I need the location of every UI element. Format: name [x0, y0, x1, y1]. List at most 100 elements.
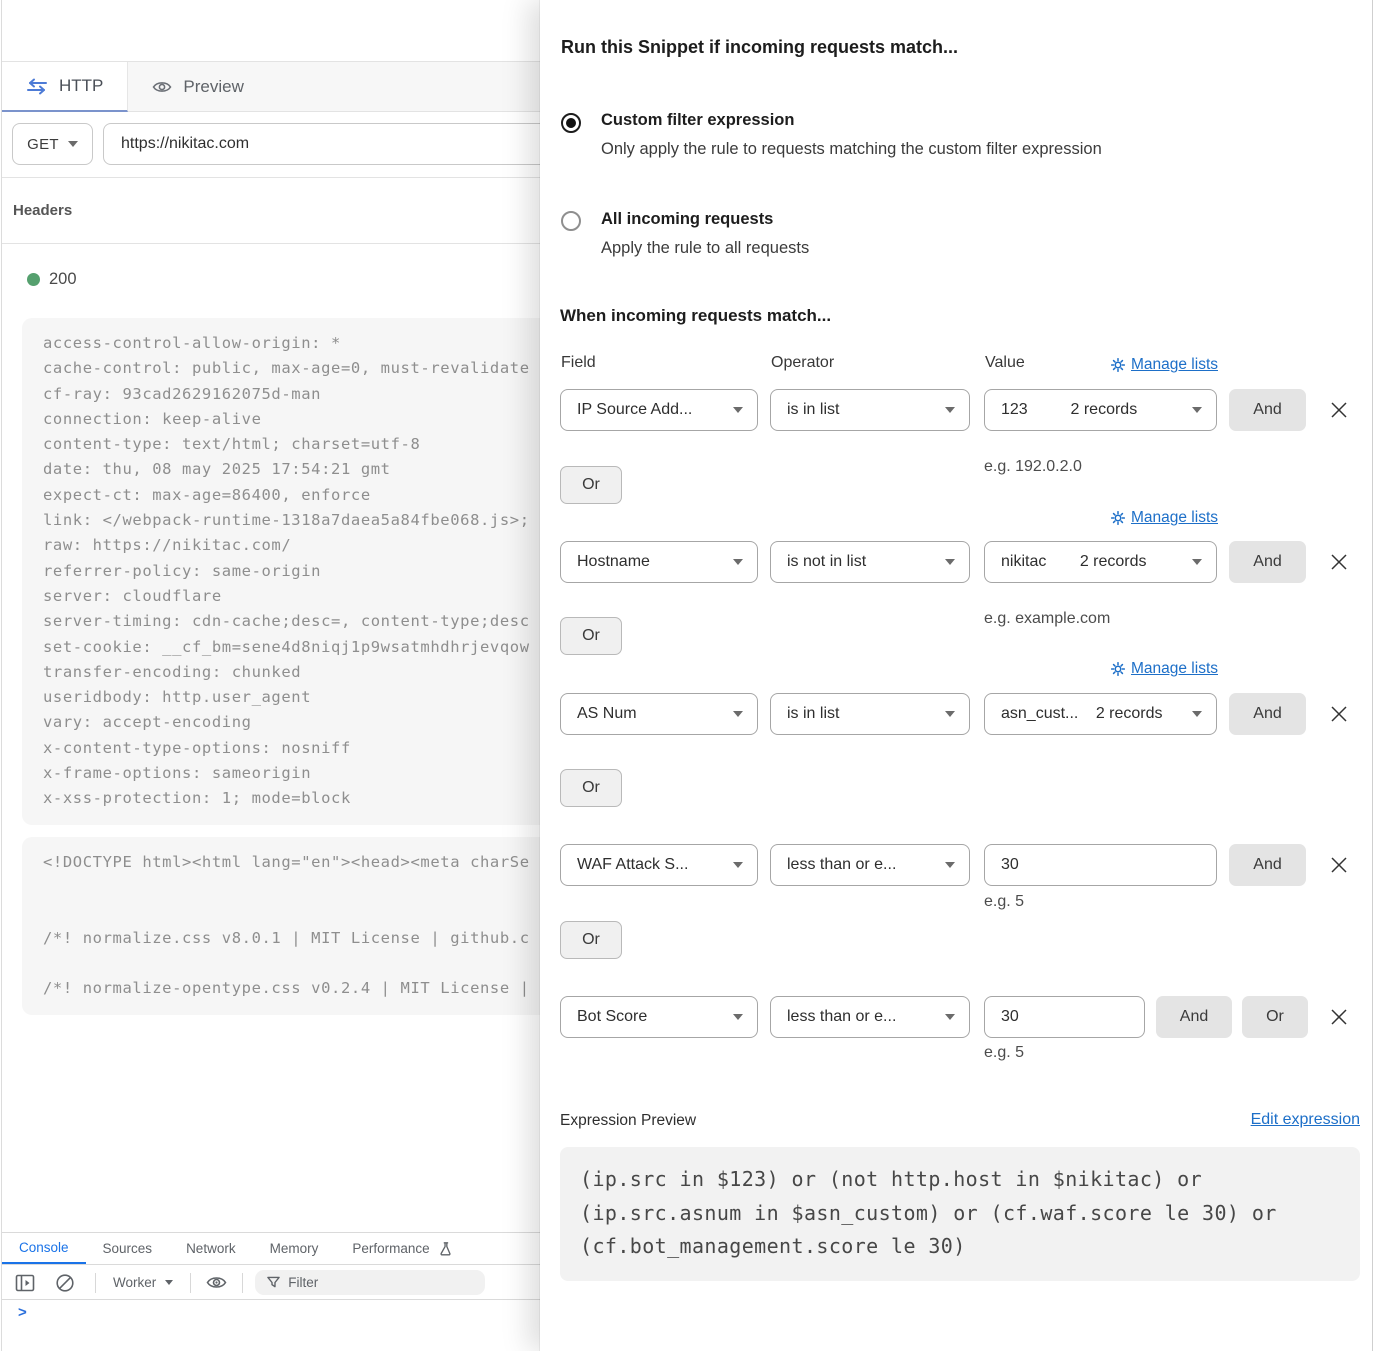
- console-prompt[interactable]: >: [18, 1304, 27, 1321]
- column-label-value: Value: [985, 354, 1025, 372]
- value-input-row4[interactable]: 30: [984, 844, 1217, 886]
- records-count: 2 records: [1071, 401, 1150, 419]
- console-sidebar-icon[interactable]: [15, 1274, 35, 1292]
- operator-select-row4[interactable]: less than or e...: [770, 844, 970, 886]
- records-count: 2 records: [1096, 705, 1175, 723]
- and-button-row4[interactable]: And: [1229, 844, 1306, 886]
- chevron-down-icon: [68, 141, 78, 147]
- records-count: 2 records: [1080, 553, 1159, 571]
- response-status: 200: [27, 270, 77, 289]
- tab-preview-label: Preview: [183, 77, 243, 97]
- devtools-tab-performance[interactable]: Performance: [335, 1233, 469, 1264]
- snippet-rule-drawer: Run this Snippet if incoming requests ma…: [540, 0, 1383, 1351]
- value-input-row5[interactable]: 30: [984, 996, 1145, 1038]
- value-hint-row4: e.g. 5: [984, 893, 1024, 911]
- remove-condition-row5[interactable]: [1329, 1007, 1349, 1027]
- or-button-row4[interactable]: Or: [560, 921, 622, 959]
- operator-select-row2[interactable]: is not in list: [770, 541, 970, 583]
- console-filter-input[interactable]: Filter: [255, 1270, 485, 1295]
- chevron-down-icon: [945, 559, 955, 565]
- url-value: https://nikitac.com: [121, 135, 249, 153]
- field-select-row2[interactable]: Hostname: [560, 541, 758, 583]
- value-select-row3[interactable]: asn_cust... 2 records: [984, 693, 1217, 735]
- chevron-down-icon: [1192, 559, 1202, 565]
- radio-custom-filter-description: Only apply the rule to requests matching…: [601, 140, 1102, 159]
- expression-line: (ip.src.asnum in $asn_custom) or (cf.waf…: [580, 1197, 1340, 1231]
- drawer-title: Run this Snippet if incoming requests ma…: [561, 37, 958, 58]
- operator-select-row5[interactable]: less than or e...: [770, 996, 970, 1038]
- scrollbar-track-line[interactable]: [1372, 0, 1373, 1351]
- filter-placeholder: Filter: [288, 1275, 318, 1290]
- field-select-row1[interactable]: IP Source Add...: [560, 389, 758, 431]
- method-select[interactable]: GET: [12, 123, 93, 165]
- operator-select-row3[interactable]: is in list: [770, 693, 970, 735]
- chevron-down-icon: [945, 1014, 955, 1020]
- clear-console-icon[interactable]: [55, 1273, 75, 1293]
- expression-line: (cf.bot_management.score le 30): [580, 1230, 1340, 1264]
- chevron-down-icon: [733, 862, 743, 868]
- manage-lists-link[interactable]: Manage lists: [1111, 660, 1218, 678]
- gear-icon: [1111, 358, 1125, 372]
- worker-label: Worker: [113, 1275, 156, 1290]
- or-button-row1[interactable]: Or: [560, 466, 622, 504]
- devtools-tab-console[interactable]: Console: [2, 1233, 86, 1264]
- and-button-row2[interactable]: And: [1229, 541, 1306, 583]
- manage-lists-link[interactable]: Manage lists: [1111, 356, 1218, 374]
- and-button-row3[interactable]: And: [1229, 693, 1306, 735]
- value-hint-row1: e.g. 192.0.2.0: [984, 458, 1082, 476]
- chevron-down-icon: [945, 862, 955, 868]
- radio-all-requests[interactable]: [561, 211, 581, 231]
- manage-lists-link[interactable]: Manage lists: [1111, 509, 1218, 527]
- operator-select-row1[interactable]: is in list: [770, 389, 970, 431]
- flask-icon: [438, 1241, 453, 1257]
- status-dot-icon: [27, 273, 40, 286]
- edit-expression-link[interactable]: Edit expression: [1251, 1111, 1360, 1129]
- devtools-tab-network[interactable]: Network: [169, 1233, 253, 1264]
- remove-condition-row1[interactable]: [1329, 400, 1349, 420]
- tab-http-label: HTTP: [59, 76, 103, 96]
- tab-http[interactable]: HTTP: [2, 62, 128, 112]
- live-expression-eye-icon[interactable]: [206, 1275, 227, 1290]
- and-button-row5[interactable]: And: [1156, 996, 1232, 1038]
- status-code: 200: [49, 270, 77, 289]
- field-select-row5[interactable]: Bot Score: [560, 996, 758, 1038]
- panel-left-border: [1, 0, 2, 1351]
- divider: [190, 1273, 191, 1293]
- column-label-field: Field: [561, 354, 596, 372]
- or-button-row2[interactable]: Or: [560, 617, 622, 655]
- chevron-down-icon: [165, 1280, 173, 1285]
- worker-context-select[interactable]: Worker: [113, 1275, 173, 1290]
- devtools-tab-sources[interactable]: Sources: [86, 1233, 170, 1264]
- devtools-tab-memory[interactable]: Memory: [253, 1233, 336, 1264]
- value-hint-row5: e.g. 5: [984, 1044, 1024, 1062]
- chevron-down-icon: [733, 407, 743, 413]
- match-heading: When incoming requests match...: [560, 306, 831, 326]
- or-button-row5[interactable]: Or: [1242, 996, 1308, 1038]
- value-select-row1[interactable]: 123 2 records: [984, 389, 1217, 431]
- chevron-down-icon: [733, 711, 743, 717]
- field-select-row4[interactable]: WAF Attack S...: [560, 844, 758, 886]
- expression-line: (ip.src in $123) or (not http.host in $n…: [580, 1163, 1340, 1197]
- remove-condition-row4[interactable]: [1329, 855, 1349, 875]
- screen: HTTP Preview GET https://nikitac.com Hea…: [0, 0, 1383, 1351]
- eye-icon: [152, 80, 172, 94]
- divider: [95, 1273, 96, 1293]
- expression-preview-label: Expression Preview: [560, 1112, 696, 1130]
- remove-condition-row3[interactable]: [1329, 704, 1349, 724]
- gear-icon: [1111, 511, 1125, 525]
- remove-condition-row2[interactable]: [1329, 552, 1349, 572]
- tab-preview[interactable]: Preview: [128, 62, 267, 112]
- radio-custom-filter[interactable]: [561, 113, 581, 133]
- or-button-row3[interactable]: Or: [560, 769, 622, 807]
- column-label-operator: Operator: [771, 354, 834, 372]
- value-hint-row2: e.g. example.com: [984, 610, 1110, 628]
- radio-all-requests-description: Apply the rule to all requests: [601, 239, 809, 258]
- chevron-down-icon: [945, 407, 955, 413]
- and-button-row1[interactable]: And: [1229, 389, 1306, 431]
- value-select-row2[interactable]: nikitac 2 records: [984, 541, 1217, 583]
- divider: [242, 1273, 243, 1293]
- field-select-row3[interactable]: AS Num: [560, 693, 758, 735]
- chevron-down-icon: [1192, 407, 1202, 413]
- gear-icon: [1111, 662, 1125, 676]
- chevron-down-icon: [1192, 711, 1202, 717]
